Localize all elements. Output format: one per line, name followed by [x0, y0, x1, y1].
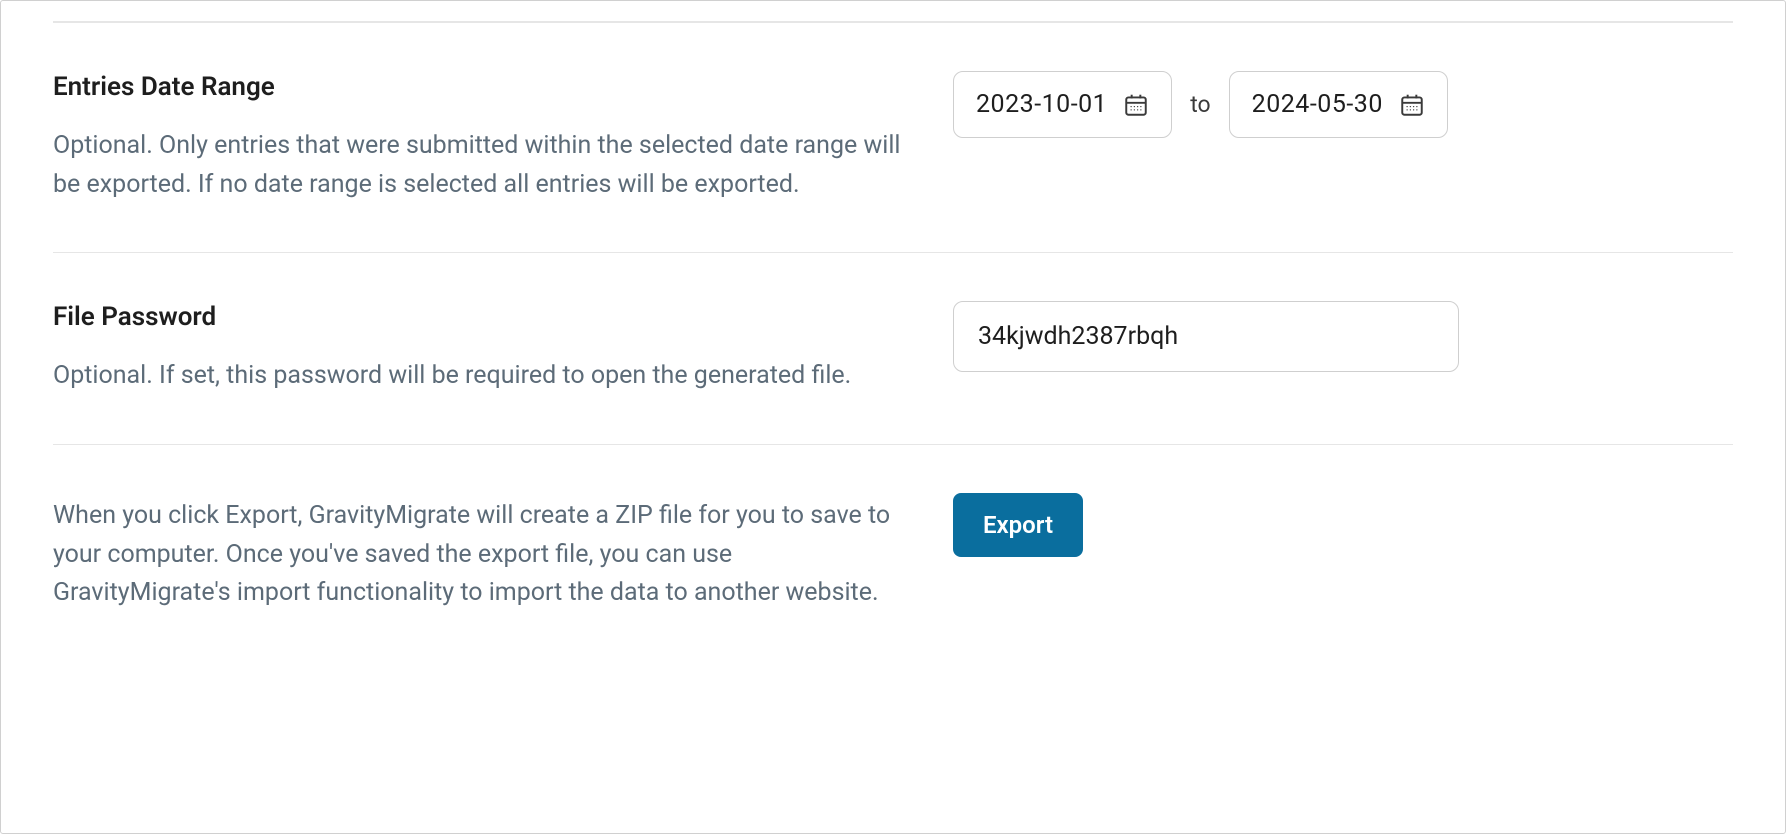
section-date-range: Entries Date Range Optional. Only entrie…: [53, 22, 1733, 252]
date-range-title: Entries Date Range: [53, 71, 913, 105]
date-from-value: 2023-10-01: [976, 90, 1107, 119]
calendar-icon: [1123, 92, 1149, 118]
date-from-input[interactable]: 2023-10-01: [953, 71, 1172, 138]
calendar-icon: [1399, 92, 1425, 118]
date-range-row: 2023-10-01: [953, 71, 1733, 138]
section-export: When you click Export, GravityMigrate wi…: [53, 444, 1733, 661]
date-to-input[interactable]: 2024-05-30: [1229, 71, 1448, 138]
export-button[interactable]: Export: [953, 493, 1083, 557]
date-separator: to: [1190, 91, 1210, 118]
section-file-password: File Password Optional. If set, this pas…: [53, 252, 1733, 444]
date-range-description: Optional. Only entries that were submitt…: [53, 127, 913, 205]
password-description: Optional. If set, this password will be …: [53, 357, 913, 396]
password-input[interactable]: [953, 301, 1459, 372]
export-description: When you click Export, GravityMigrate wi…: [53, 497, 913, 613]
password-title: File Password: [53, 301, 913, 335]
date-to-value: 2024-05-30: [1252, 90, 1383, 119]
